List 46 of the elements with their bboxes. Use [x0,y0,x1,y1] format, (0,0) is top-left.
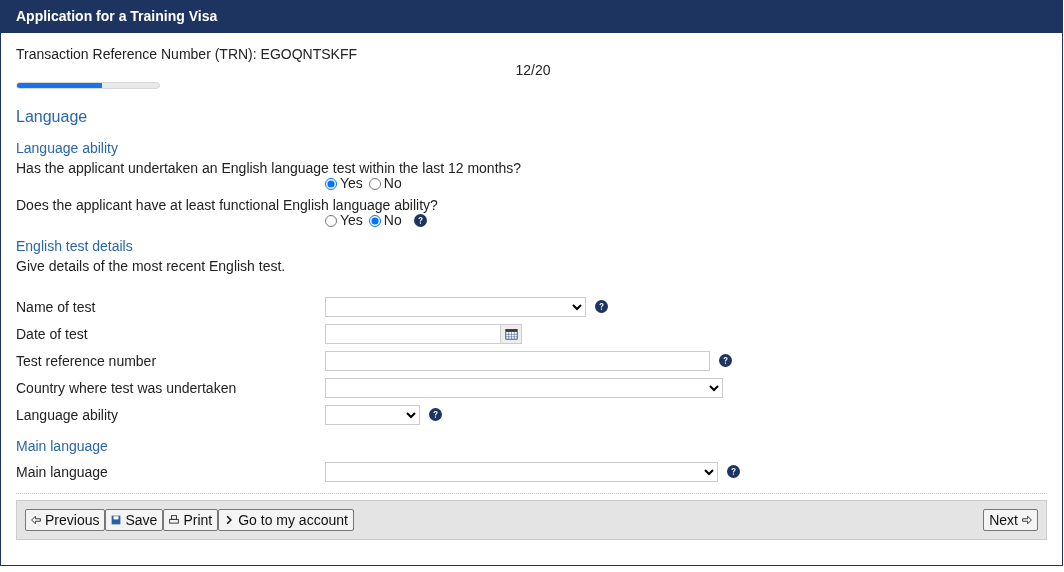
previous-button[interactable]: Previous [25,509,106,531]
field-label: Date of test [16,325,89,342]
next-button[interactable]: Next [983,509,1038,531]
subsection-heading: English test details [16,238,134,254]
radio-label: Yes [340,176,363,191]
dropdown-field[interactable] [325,461,718,482]
question-text: Has the applicant undertaken an English language test within the last 12 months? [16,160,523,176]
progress-reading: 12/20 [514,62,552,78]
save-icon [111,515,122,525]
window-title: Application for a Training Visa [1,0,1062,33]
date-field[interactable] [325,323,501,344]
dropdown-field[interactable] [325,296,586,317]
help-icon[interactable] [413,214,427,227]
account-button[interactable]: Go to my account [218,509,354,531]
field-label: Country where test was undertaken [16,379,238,396]
radio-button[interactable] [368,214,381,227]
field-label: Language ability [16,406,119,423]
field-label: Main language [16,463,109,480]
printer-icon [169,515,180,525]
question-text: Does the applicant have at least functional English language ability? [16,197,439,213]
dropdown-field[interactable] [325,377,723,398]
subsection-heading: Main language [16,438,109,454]
reference-number: Transaction Reference Number (TRN): EGOQNTSKFF [16,46,358,62]
dropdown-field[interactable] [325,404,420,425]
radio-label: No [383,213,402,228]
help-icon[interactable] [719,354,732,367]
help-icon[interactable] [429,408,442,421]
radio-button[interactable] [325,214,337,227]
radio-label: Yes [340,213,363,228]
arrow-right-icon [1022,515,1032,525]
arrow-left-icon [31,515,41,525]
help-icon[interactable] [727,465,740,478]
input-field[interactable] [325,350,710,371]
field-label: Test reference number [16,352,158,369]
help-icon[interactable] [595,300,608,313]
subsection-heading: Language ability [16,140,119,156]
calendar-button[interactable] [501,323,522,344]
save-button[interactable]: Save [105,509,164,531]
print-button[interactable]: Print [163,509,219,531]
radio-label: No [383,176,402,191]
calendar-icon [504,327,518,340]
intro-text: Give details of the most recent English test. [16,258,287,274]
field-label: Name of test [16,298,97,315]
radio-button[interactable] [368,177,381,190]
section-heading: Language [16,108,89,126]
radio-button[interactable] [325,177,337,190]
